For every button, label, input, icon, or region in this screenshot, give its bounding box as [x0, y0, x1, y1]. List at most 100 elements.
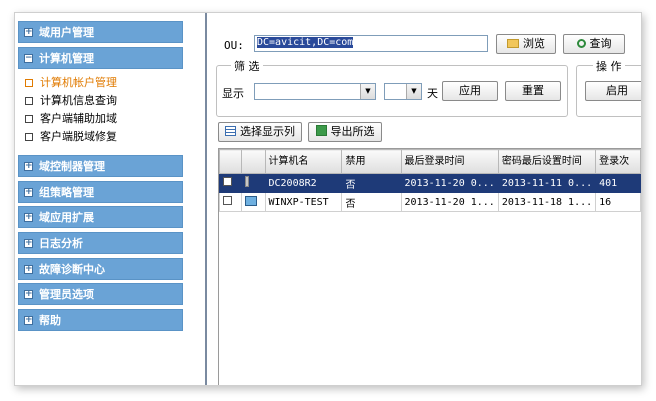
- expand-icon: +: [24, 27, 33, 37]
- password-set-value: 2013-11-18 1...: [497, 192, 597, 212]
- filter-group: 筛 选 显示 ▼ ▼ 天 应用 重置: [216, 58, 568, 117]
- browse-button[interactable]: 浏览: [496, 34, 556, 54]
- row-checkbox-cell[interactable]: [219, 173, 242, 193]
- nav-log-analysis[interactable]: + 日志分析: [18, 232, 183, 254]
- reset-button[interactable]: 重置: [505, 81, 561, 101]
- export-icon: [315, 125, 327, 136]
- expand-icon: +: [24, 264, 33, 274]
- computer-name: WINXP-TEST: [264, 192, 343, 212]
- days-select[interactable]: ▼: [384, 83, 422, 100]
- computer-name: DC2008R2: [264, 173, 343, 193]
- nav-diagnostics[interactable]: + 故障诊断中心: [18, 258, 183, 280]
- row-checkbox-cell[interactable]: [219, 192, 242, 212]
- ou-input[interactable]: DC=avicit,DC=com: [254, 35, 488, 52]
- show-select[interactable]: ▼: [254, 83, 376, 100]
- nav-label: 日志分析: [39, 237, 83, 250]
- sidebar-item-computer-accounts[interactable]: 计算机帐户管理: [25, 75, 117, 91]
- login-count-value: 401: [595, 173, 641, 193]
- show-label: 显示: [222, 87, 244, 100]
- query-label: 查询: [589, 37, 612, 50]
- nav-label: 故障诊断中心: [39, 263, 105, 276]
- header-login-count[interactable]: 登录次: [595, 149, 641, 174]
- last-login-value: 2013-11-20 0...: [400, 173, 499, 193]
- nav-label: 域控制器管理: [39, 160, 105, 173]
- last-login-value: 2013-11-20 1...: [400, 192, 499, 212]
- search-icon: [576, 39, 586, 48]
- sidebar-item-label: 客户端辅助加域: [40, 112, 117, 125]
- computer-icon: [244, 195, 257, 206]
- nav-label: 帮助: [39, 314, 61, 327]
- bullet-icon: [25, 79, 33, 87]
- browse-label: 浏览: [523, 37, 545, 50]
- bullet-icon: [25, 133, 33, 141]
- main-panel: OU: DC=avicit,DC=com 浏览 查询 筛 选 显示 ▼ ▼ 天 …: [208, 13, 641, 385]
- header-select[interactable]: [219, 149, 242, 174]
- ou-value: DC=avicit,DC=com: [257, 37, 354, 48]
- header-disabled[interactable]: 禁用: [341, 149, 402, 174]
- bullet-icon: [25, 115, 33, 123]
- nav-help[interactable]: + 帮助: [18, 309, 183, 331]
- row-icon-cell: [240, 173, 266, 193]
- reset-label: 重置: [522, 84, 544, 97]
- sidebar-item-client-join[interactable]: 客户端辅助加域: [25, 111, 117, 127]
- ou-label: OU:: [224, 39, 244, 52]
- operations-legend: 操 作: [593, 58, 625, 74]
- export-label: 导出所选: [330, 125, 375, 138]
- select-columns-label: 选择显示列: [240, 125, 295, 138]
- expand-icon: +: [24, 187, 33, 197]
- nav-computer-management[interactable]: − 计算机管理: [18, 47, 183, 69]
- sidebar: + 域用户管理 − 计算机管理 计算机帐户管理 计算机信息查询 客户端辅助加域 …: [15, 13, 207, 385]
- header-last-login[interactable]: 最后登录时间: [400, 149, 499, 174]
- sidebar-item-label: 计算机帐户管理: [40, 76, 117, 89]
- apply-label: 应用: [459, 84, 481, 97]
- nav-domain-extensions[interactable]: + 域应用扩展: [18, 206, 183, 228]
- row-icon-cell: [240, 192, 266, 212]
- expand-icon: +: [24, 161, 33, 171]
- header-password-set[interactable]: 密码最后设置时间: [497, 149, 597, 174]
- header-icon: [240, 149, 266, 174]
- nav-domain-controllers[interactable]: + 域控制器管理: [18, 155, 183, 177]
- checkbox[interactable]: [223, 177, 232, 186]
- enable-button[interactable]: 启用: [585, 81, 641, 101]
- nav-label: 域应用扩展: [39, 211, 94, 224]
- table-header-row: 计算机名 禁用 最后登录时间 密码最后设置时间 登录次: [219, 149, 641, 174]
- collapse-icon: −: [24, 53, 33, 63]
- export-button[interactable]: 导出所选: [308, 122, 382, 142]
- nav-domain-users[interactable]: + 域用户管理: [18, 21, 183, 43]
- table-row[interactable]: WINXP-TEST 否 2013-11-20 1... 2013-11-18 …: [219, 192, 641, 212]
- sidebar-item-label: 计算机信息查询: [40, 94, 117, 107]
- nav-group-policy[interactable]: + 组策略管理: [18, 181, 183, 203]
- login-count-value: 16: [595, 192, 641, 212]
- server-icon: [244, 176, 249, 187]
- app-window: + 域用户管理 − 计算机管理 计算机帐户管理 计算机信息查询 客户端辅助加域 …: [14, 12, 642, 386]
- operations-group: 操 作 启用: [576, 58, 641, 117]
- chevron-down-icon: ▼: [406, 84, 421, 99]
- expand-icon: +: [24, 238, 33, 248]
- disabled-value: 否: [341, 192, 402, 212]
- nav-label: 管理员选项: [39, 288, 94, 301]
- expand-icon: +: [24, 289, 33, 299]
- filter-legend: 筛 选: [231, 58, 263, 74]
- table-row[interactable]: DC2008R2 否 2013-11-20 0... 2013-11-11 0.…: [219, 173, 641, 193]
- bullet-icon: [25, 97, 33, 105]
- chevron-down-icon: ▼: [360, 84, 375, 99]
- folder-icon: [507, 39, 519, 48]
- apply-button[interactable]: 应用: [442, 81, 498, 101]
- nav-label: 计算机管理: [39, 52, 94, 65]
- checkbox[interactable]: [223, 196, 232, 205]
- header-computer-name[interactable]: 计算机名: [264, 149, 343, 174]
- sidebar-item-label: 客户端脱域修复: [40, 130, 117, 143]
- days-label: 天: [427, 87, 438, 100]
- disabled-value: 否: [341, 173, 402, 193]
- nav-label: 域用户管理: [39, 26, 94, 39]
- sidebar-item-client-repair[interactable]: 客户端脱域修复: [25, 129, 117, 145]
- query-button[interactable]: 查询: [563, 34, 625, 54]
- expand-icon: +: [24, 212, 33, 222]
- nav-admin-options[interactable]: + 管理员选项: [18, 283, 183, 305]
- computer-table: 计算机名 禁用 最后登录时间 密码最后设置时间 登录次 DC2008R2 否 2…: [218, 148, 641, 385]
- select-columns-button[interactable]: 选择显示列: [218, 122, 302, 142]
- expand-icon: +: [24, 315, 33, 325]
- password-set-value: 2013-11-11 0...: [497, 173, 597, 193]
- enable-label: 启用: [606, 84, 628, 97]
- sidebar-item-computer-info[interactable]: 计算机信息查询: [25, 93, 117, 109]
